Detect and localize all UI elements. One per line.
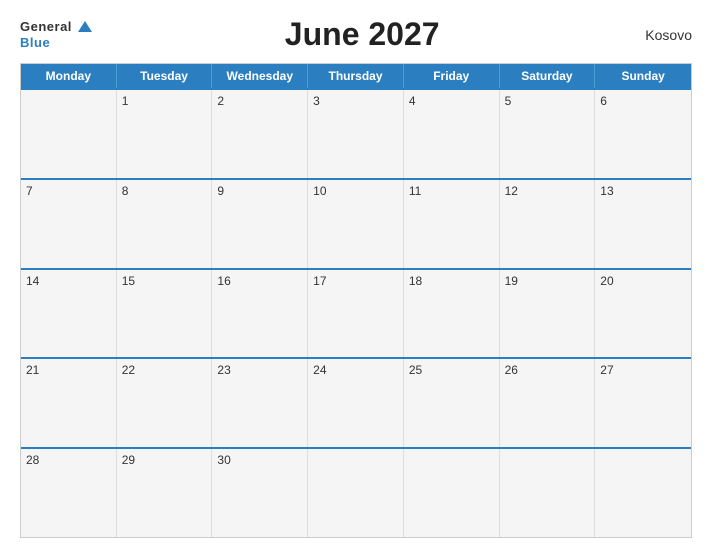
header: General Blue June 2027 Kosovo (20, 16, 692, 53)
day-number: 20 (600, 274, 686, 288)
logo-row1: General (20, 19, 92, 35)
day-number: 13 (600, 184, 686, 198)
calendar-day-cell: 3 (308, 90, 404, 178)
calendar-day-cell: 13 (595, 180, 691, 268)
day-number: 22 (122, 363, 207, 377)
logo-blue-text: Blue (20, 35, 50, 50)
calendar-week-2: 789 10 11 12 13 (21, 178, 691, 268)
calendar-day-cell: 5 (500, 90, 596, 178)
day-number: 11 (409, 184, 494, 198)
calendar-day-cell: 9 (212, 180, 308, 268)
day-number: 14 (26, 274, 111, 288)
day-number: 8 (122, 184, 207, 198)
calendar-day-cell: 25 (404, 359, 500, 447)
day-number: 29 (122, 453, 207, 467)
day-number: 21 (26, 363, 111, 377)
day-number: 15 (122, 274, 207, 288)
day-number: 19 (505, 274, 590, 288)
logo-general-text: General (20, 19, 72, 34)
calendar-day-cell: 18 (404, 270, 500, 358)
day-of-week-friday: Friday (404, 64, 500, 88)
calendar-day-cell: 19 (500, 270, 596, 358)
day-number: 23 (217, 363, 302, 377)
calendar-day-cell (308, 449, 404, 537)
day-number: 12 (505, 184, 590, 198)
calendar-day-cell: 30 (212, 449, 308, 537)
calendar-week-3: 14 15 16 17 18 19 20 (21, 268, 691, 358)
page: General Blue June 2027 Kosovo MondayTues… (0, 0, 712, 550)
calendar-day-cell: 15 (117, 270, 213, 358)
calendar-day-cell: 16 (212, 270, 308, 358)
day-number: 4 (409, 94, 494, 108)
day-of-week-saturday: Saturday (500, 64, 596, 88)
country-label: Kosovo (632, 27, 692, 43)
logo: General Blue (20, 19, 92, 51)
day-number: 27 (600, 363, 686, 377)
calendar-day-cell: 6 (595, 90, 691, 178)
calendar-day-cell (21, 90, 117, 178)
day-number: 6 (600, 94, 686, 108)
day-number: 25 (409, 363, 494, 377)
calendar-week-5: 28 29 30 (21, 447, 691, 537)
calendar-day-cell: 7 (21, 180, 117, 268)
day-number: 28 (26, 453, 111, 467)
day-number: 16 (217, 274, 302, 288)
calendar-day-cell: 29 (117, 449, 213, 537)
day-of-week-thursday: Thursday (308, 64, 404, 88)
day-number: 9 (217, 184, 302, 198)
day-of-week-wednesday: Wednesday (212, 64, 308, 88)
calendar-day-cell: 24 (308, 359, 404, 447)
day-number: 26 (505, 363, 590, 377)
day-number: 18 (409, 274, 494, 288)
day-number: 3 (313, 94, 398, 108)
calendar-day-cell: 23 (212, 359, 308, 447)
day-number: 10 (313, 184, 398, 198)
day-number: 5 (505, 94, 590, 108)
calendar-day-cell: 4 (404, 90, 500, 178)
calendar: MondayTuesdayWednesdayThursdayFridaySatu… (20, 63, 692, 538)
calendar-day-cell: 11 (404, 180, 500, 268)
calendar-body: 1234567891011121314151617181920212223242… (21, 88, 691, 537)
calendar-day-cell: 12 (500, 180, 596, 268)
day-of-week-monday: Monday (21, 64, 117, 88)
calendar-day-cell: 28 (21, 449, 117, 537)
calendar-day-cell: 2 (212, 90, 308, 178)
calendar-day-cell: 8 (117, 180, 213, 268)
calendar-day-cell (500, 449, 596, 537)
calendar-week-4: 21 22 23 24 25 26 27 (21, 357, 691, 447)
calendar-day-cell: 22 (117, 359, 213, 447)
calendar-day-cell: 20 (595, 270, 691, 358)
calendar-day-cell: 14 (21, 270, 117, 358)
calendar-header: MondayTuesdayWednesdayThursdayFridaySatu… (21, 64, 691, 88)
calendar-day-cell: 10 (308, 180, 404, 268)
calendar-day-cell (595, 449, 691, 537)
day-number: 17 (313, 274, 398, 288)
logo-triangle-icon (78, 21, 92, 32)
day-number: 30 (217, 453, 302, 467)
day-of-week-tuesday: Tuesday (117, 64, 213, 88)
day-of-week-sunday: Sunday (595, 64, 691, 88)
calendar-day-cell: 21 (21, 359, 117, 447)
calendar-title: June 2027 (92, 16, 632, 53)
calendar-day-cell: 27 (595, 359, 691, 447)
day-number: 7 (26, 184, 111, 198)
day-number: 24 (313, 363, 398, 377)
calendar-day-cell: 26 (500, 359, 596, 447)
day-number: 2 (217, 94, 302, 108)
day-number: 1 (122, 94, 207, 108)
calendar-day-cell: 17 (308, 270, 404, 358)
calendar-week-1: 123456 (21, 88, 691, 178)
calendar-day-cell (404, 449, 500, 537)
calendar-day-cell: 1 (117, 90, 213, 178)
